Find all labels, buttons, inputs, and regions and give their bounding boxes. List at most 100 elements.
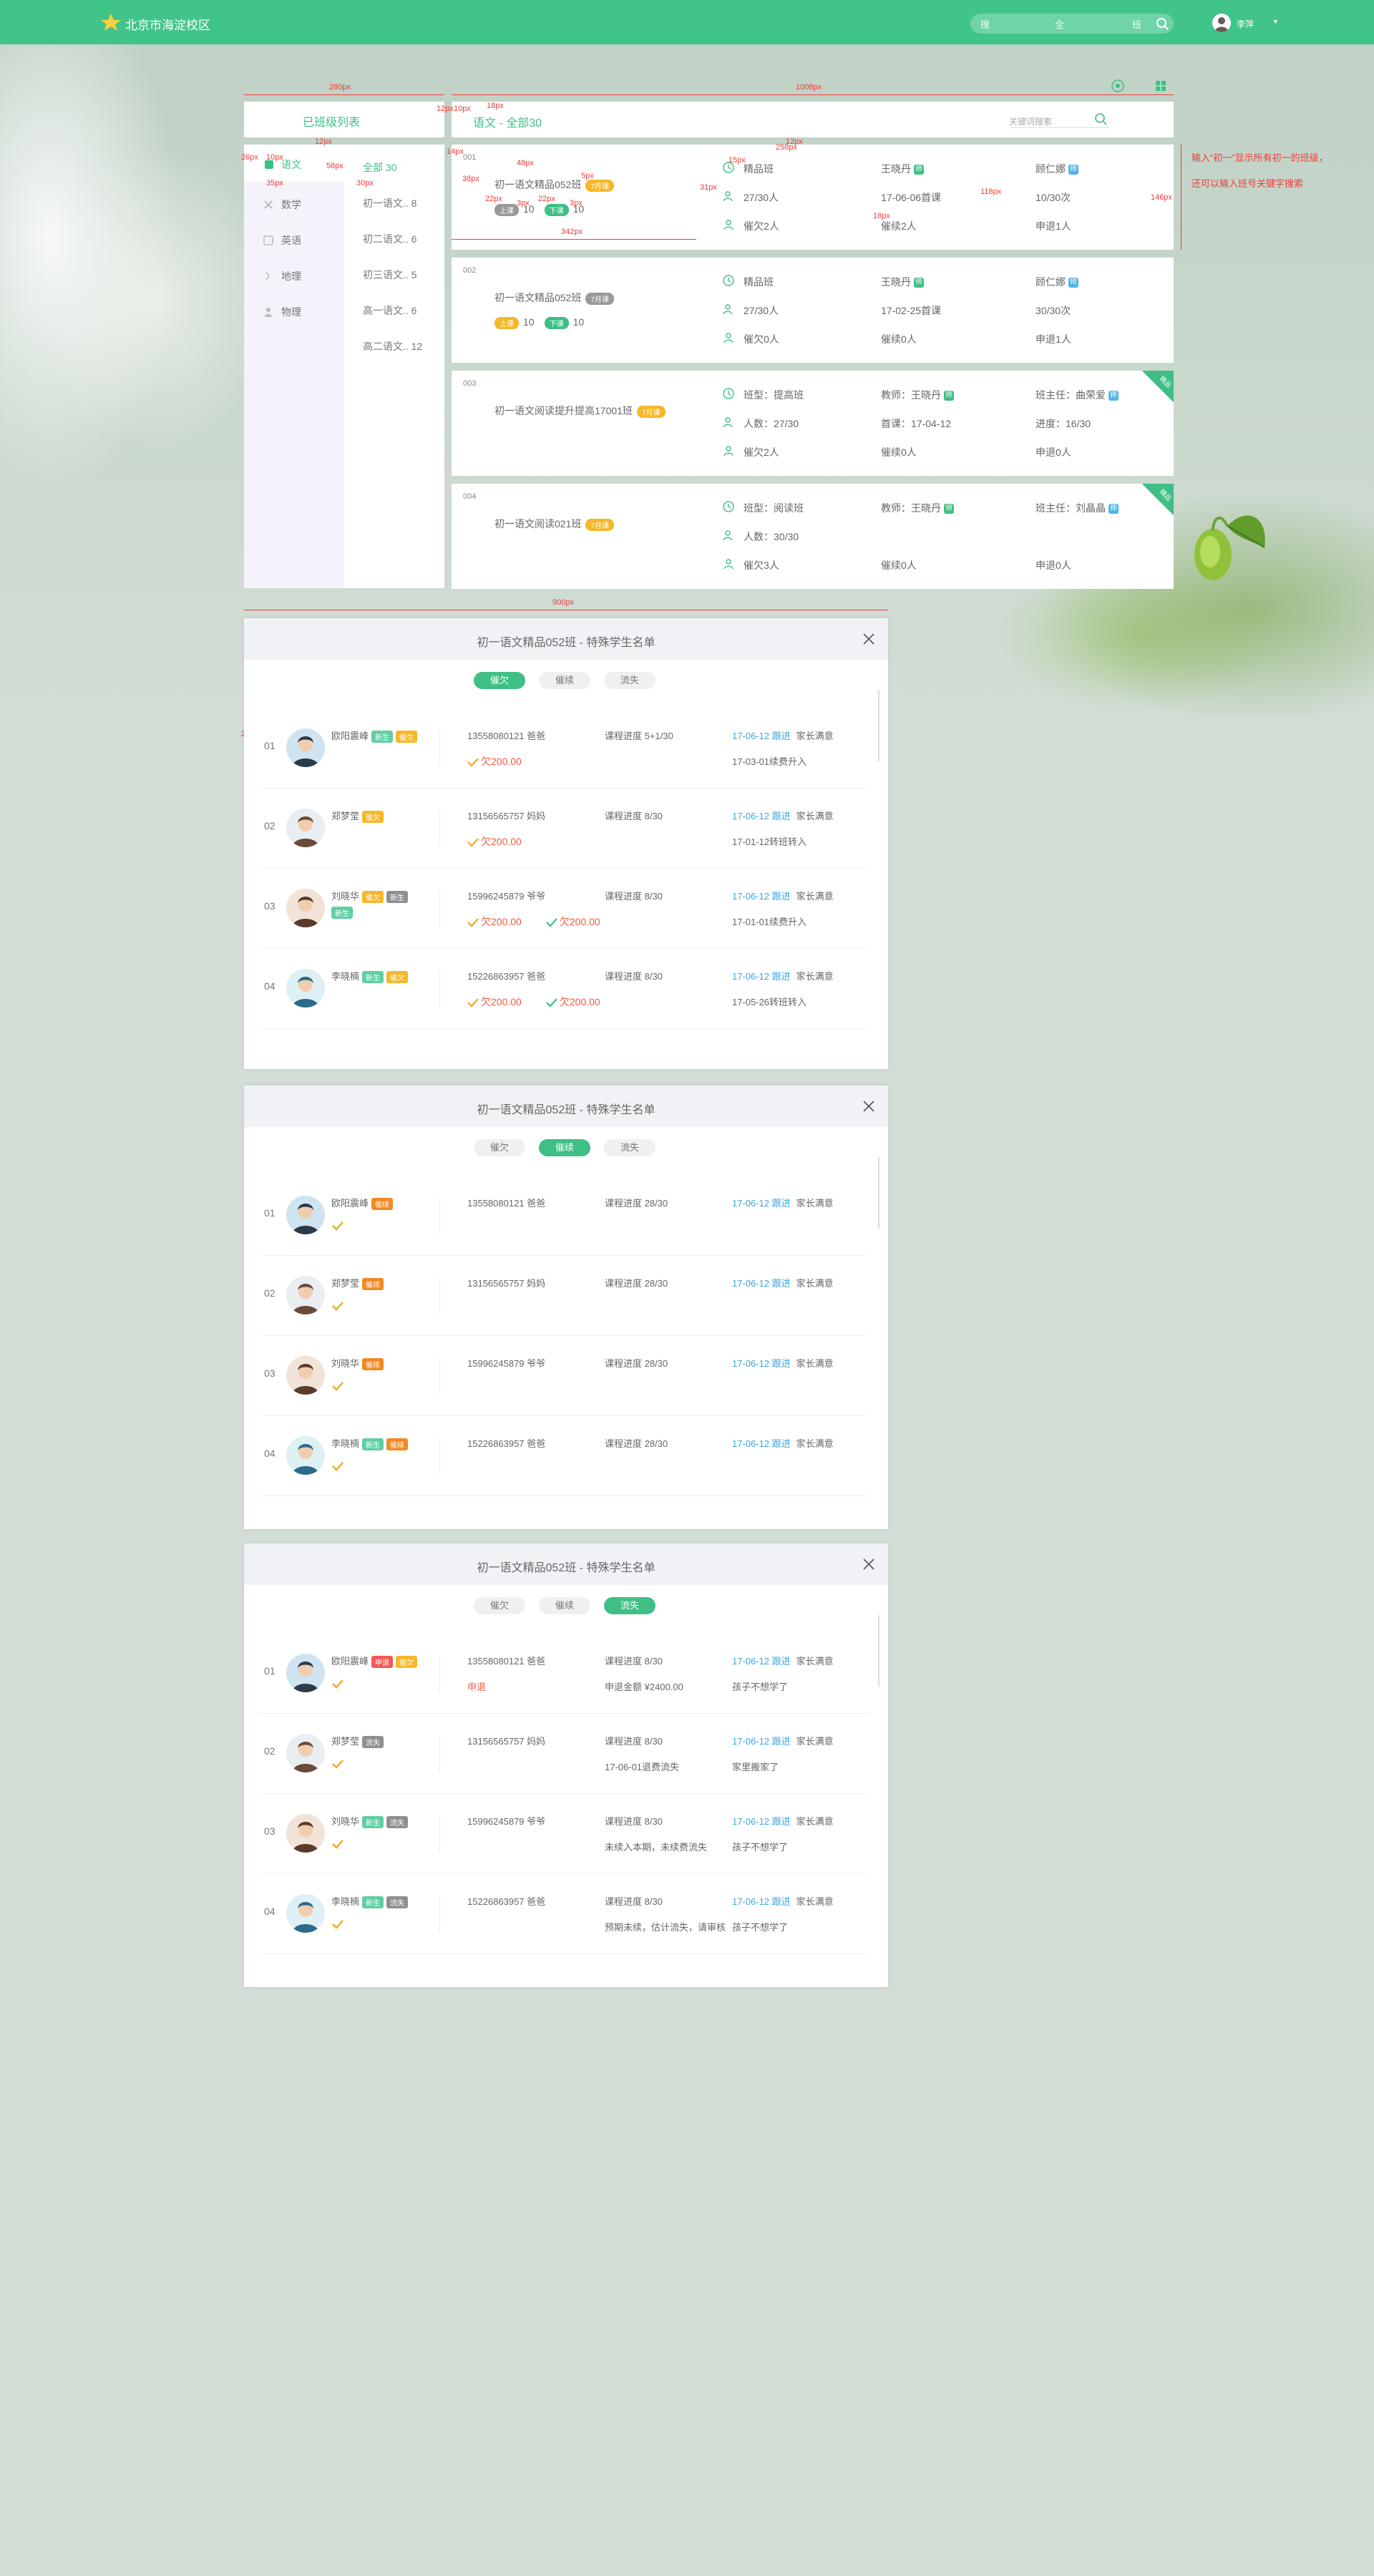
follow-up[interactable]: 17-06-12 跟进 家长满意	[732, 1436, 834, 1450]
follow-up[interactable]: 17-06-12 跟进 家长满意	[732, 809, 834, 822]
subject-item-physics[interactable]: 物理	[265, 305, 301, 319]
check-icon[interactable]	[331, 1678, 344, 1689]
class-stat[interactable]: 催欠3人	[723, 558, 779, 572]
student-row[interactable]: 04 李晓楠 新生 流失 15226863957 爸爸 课程进度 8/30 预期未续，估计流…	[260, 1874, 868, 1954]
close-icon[interactable]	[862, 1558, 875, 1571]
scrollbar[interactable]	[878, 1157, 880, 1229]
follow-up[interactable]: 17-06-12 跟进 家长满意	[732, 1654, 834, 1667]
class-card[interactable]: 003 初一语文阅读提升提高17001班 7月课 精品 班型：提高班 教师：王晓丹师 班主任…	[452, 371, 1174, 476]
class-card[interactable]: 002 初一语文精品052班 7月课 上课 10 下课 10 精品班 王晓丹师 顾仁娜师 27/30…	[452, 258, 1174, 363]
subject-item-english[interactable]: 英语	[263, 233, 301, 248]
class-stat[interactable]: 申退0人	[1036, 445, 1071, 459]
class-stat[interactable]: 催续0人	[881, 332, 917, 346]
check-icon[interactable]	[331, 1460, 344, 1472]
class-name[interactable]: 初一语文阅读021班 7月课	[494, 517, 614, 531]
class-stat[interactable]: 催续0人	[881, 558, 917, 572]
student-name[interactable]: 欧阳震峰 申退 催欠	[331, 1654, 418, 1669]
check-icon[interactable]	[331, 1220, 344, 1231]
class-stat[interactable]: 催欠2人	[723, 219, 779, 233]
student-row[interactable]: 03 刘晓华 新生 流失 15996245879 爷爷 课程进度 8/30 未续入本期，未续…	[260, 1794, 868, 1874]
class-card[interactable]: 004 初一语文阅读021班 7月课 精品 班型：阅读班 教师：王晓丹师 班主任：刘晶晶师人…	[452, 484, 1174, 589]
student-name[interactable]: 李晓楠 新生 流失	[331, 1894, 409, 1909]
check-icon[interactable]	[331, 1380, 344, 1392]
tab-lost[interactable]: 流失	[604, 1597, 656, 1614]
class-name[interactable]: 初一语文精品052班 7月课	[494, 291, 614, 305]
student-row[interactable]: 04 李晓楠 新生 催欠 15226863957 爸爸 欠200.00 欠200.00 课程进…	[260, 949, 868, 1029]
student-name[interactable]: 郑梦莹 流失	[331, 1734, 384, 1749]
follow-up[interactable]: 17-06-12 跟进 家长满意	[732, 1196, 834, 1209]
follow-up[interactable]: 17-06-12 跟进 家长满意	[732, 969, 834, 982]
search-icon[interactable]	[1093, 112, 1108, 126]
search-icon[interactable]	[1155, 16, 1169, 31]
global-search[interactable]: 搜 全 班	[970, 14, 1174, 34]
student-row[interactable]: 03 刘晓华 催续 15996245879 爷爷 课程进度 28/30 17-06-12 …	[260, 1336, 868, 1416]
tab-owe[interactable]: 催欠	[474, 1597, 525, 1614]
follow-up[interactable]: 17-06-12 跟进 家长满意	[732, 1814, 834, 1828]
student-name[interactable]: 欧阳震峰 催续	[331, 1196, 394, 1211]
student-name[interactable]: 刘晓华 催续	[331, 1356, 384, 1371]
student-row[interactable]: 02 郑梦莹 催续 13156565757 妈妈 课程进度 28/30 17-06-12 …	[260, 1256, 868, 1336]
class-stat[interactable]: 催续2人	[881, 219, 917, 233]
scrollbar[interactable]	[878, 1615, 880, 1687]
student-name[interactable]: 郑梦莹 催欠	[331, 809, 384, 824]
settings-circle-icon[interactable]	[1111, 79, 1125, 93]
student-row[interactable]: 01 欧阳震峰 新生 催欠 13558080121 爸爸 欠200.00 课程进度 5+1/…	[260, 708, 868, 789]
class-group-item[interactable]: 初二语文.. 6	[363, 232, 416, 246]
user-name[interactable]: 李萍	[1237, 18, 1254, 30]
tab-lost[interactable]: 流失	[604, 672, 656, 689]
search-scope-3[interactable]: 班	[1132, 17, 1141, 31]
search-scope-2[interactable]: 全	[1055, 17, 1064, 31]
student-row[interactable]: 04 李晓楠 新生 催续 15226863957 爸爸 课程进度 28/30 17-06-1…	[260, 1416, 868, 1496]
class-group-item[interactable]: 初三语文.. 5	[363, 268, 416, 282]
check-icon[interactable]	[331, 1918, 344, 1930]
subject-item-chinese[interactable]: 语文	[244, 145, 344, 182]
follow-up[interactable]: 17-06-12 跟进 家长满意	[732, 1356, 834, 1370]
class-name[interactable]: 初一语文阅读提升提高17001班 7月课	[494, 404, 666, 418]
check-icon[interactable]	[331, 1300, 344, 1312]
class-stat[interactable]: 催续0人	[881, 445, 917, 459]
chevron-down-icon[interactable]: ▼	[1272, 18, 1279, 25]
class-stat[interactable]: 催欠2人	[723, 445, 779, 459]
class-stat[interactable]: 催欠0人	[723, 332, 779, 346]
class-group-item[interactable]: 高一语文.. 6	[363, 303, 416, 318]
student-name[interactable]: 欧阳震峰 新生 催欠	[331, 728, 418, 743]
student-row[interactable]: 03 刘晓华 催欠 新生 新生 15996245879 爷爷 欠200.00 欠200.00 课…	[260, 869, 868, 949]
close-icon[interactable]	[862, 633, 875, 645]
tab-renew[interactable]: 催续	[539, 672, 590, 689]
scrollbar[interactable]	[878, 690, 880, 761]
follow-up[interactable]: 17-06-12 跟进 家长满意	[732, 889, 834, 902]
tab-renew[interactable]: 催续	[539, 1139, 590, 1156]
student-row[interactable]: 01 欧阳震峰 申退 催欠 13558080121 爸爸 申退 课程进度 8/30 申退金额 …	[260, 1634, 868, 1714]
tab-owe[interactable]: 催欠	[474, 672, 525, 689]
follow-up[interactable]: 17-06-12 跟进 家长满意	[732, 1276, 834, 1289]
class-group-item[interactable]: 高二语文.. 12	[363, 339, 422, 353]
subject-item-geography[interactable]: 地理	[265, 269, 301, 283]
class-group-all[interactable]: 全部 30	[363, 160, 396, 175]
class-stat[interactable]: 申退1人	[1036, 332, 1071, 346]
follow-up[interactable]: 17-06-12 跟进 家长满意	[732, 728, 834, 742]
check-icon[interactable]	[331, 1838, 344, 1850]
follow-up[interactable]: 17-06-12 跟进 家长满意	[732, 1734, 834, 1747]
student-row[interactable]: 02 郑梦莹 流失 13156565757 妈妈 课程进度 8/30 17-06-01退费…	[260, 1714, 868, 1794]
follow-up[interactable]: 17-06-12 跟进 家长满意	[732, 1894, 834, 1908]
subject-item-math[interactable]: 数学	[264, 197, 301, 212]
check-icon[interactable]	[331, 1758, 344, 1770]
tab-lost[interactable]: 流失	[604, 1139, 656, 1156]
student-name[interactable]: 郑梦莹 催续	[331, 1276, 384, 1291]
class-group-item[interactable]: 初一语文.. 8	[363, 196, 416, 210]
class-name[interactable]: 初一语文精品052班 7月课	[494, 177, 614, 192]
grid-icon[interactable]	[1155, 80, 1166, 92]
class-card[interactable]: 001 初一语文精品052班 7月课 上课 10 下课 10 精品班 王晓丹师 顾仁娜师 27/30…	[452, 145, 1174, 250]
student-row[interactable]: 01 欧阳震峰 催续 13558080121 爸爸 课程进度 28/30 17-06-12…	[260, 1176, 868, 1256]
student-name[interactable]: 李晓楠 新生 催欠	[331, 969, 409, 984]
tab-owe[interactable]: 催欠	[474, 1139, 525, 1156]
search-scope-1[interactable]: 搜	[980, 17, 990, 31]
student-name[interactable]: 刘晓华 催欠 新生	[331, 889, 409, 904]
user-avatar[interactable]	[1212, 14, 1231, 32]
class-stat[interactable]: 申退1人	[1036, 219, 1071, 233]
student-name[interactable]: 刘晓华 新生 流失	[331, 1814, 409, 1829]
student-row[interactable]: 02 郑梦莹 催欠 13156565757 妈妈 欠200.00 课程进度 8/30 17-…	[260, 789, 868, 869]
close-icon[interactable]	[862, 1100, 875, 1113]
student-name[interactable]: 李晓楠 新生 催续	[331, 1436, 409, 1451]
class-stat[interactable]: 申退0人	[1036, 558, 1071, 572]
